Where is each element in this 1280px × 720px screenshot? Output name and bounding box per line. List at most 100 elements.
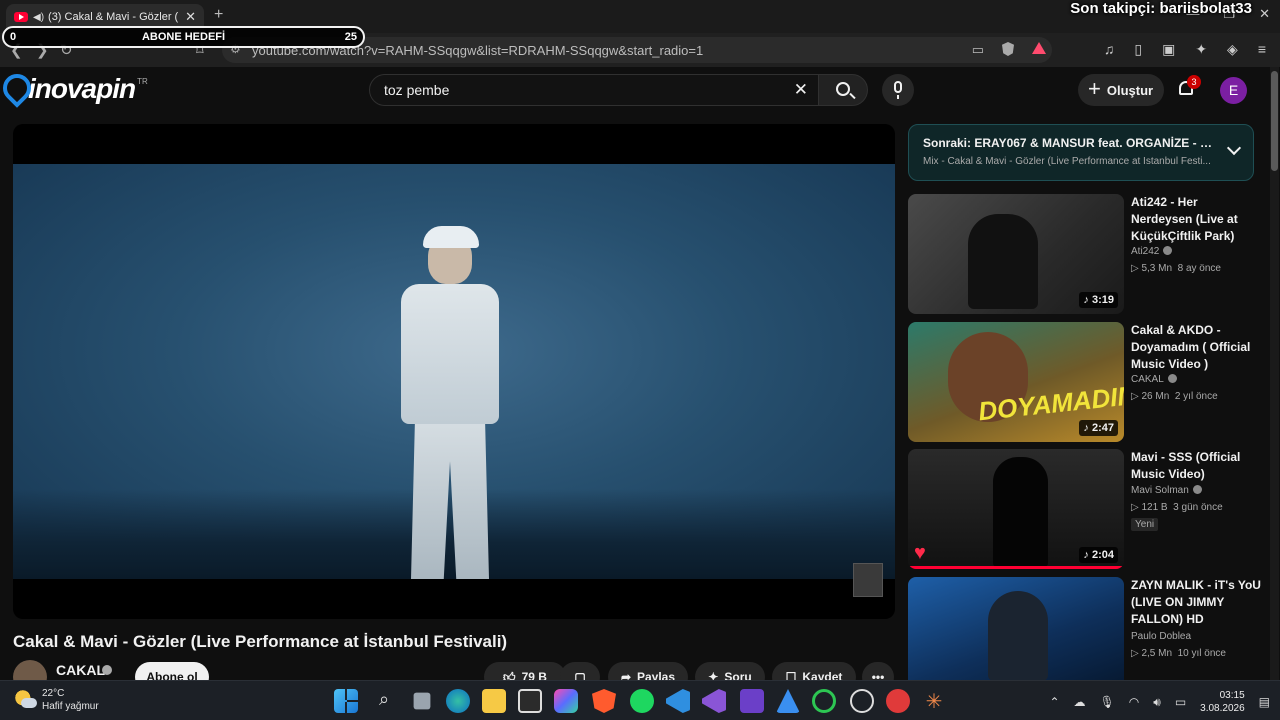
vpn-icon[interactable]: ◈ bbox=[1227, 41, 1238, 58]
new-tab-icon[interactable]: + bbox=[214, 6, 223, 24]
video-thumbnail[interactable]: ♥ ♪ 2:04 bbox=[908, 449, 1124, 569]
file-explorer-icon[interactable] bbox=[482, 689, 506, 713]
close-tab-icon[interactable]: ✕ bbox=[185, 9, 196, 25]
video-thumbnail[interactable] bbox=[908, 577, 1124, 680]
clock[interactable]: 03:15 3.08.2026 bbox=[1200, 689, 1245, 715]
notification-badge: 3 bbox=[1187, 75, 1201, 89]
up-next-panel[interactable]: Sonraki: ERAY067 & MANSUR feat. ORGANİZE… bbox=[908, 124, 1254, 181]
create-button[interactable]: + Oluştur bbox=[1078, 74, 1164, 106]
recommendation-channel[interactable]: Ati242 bbox=[1131, 246, 1173, 257]
vs-preview-icon[interactable] bbox=[740, 689, 764, 713]
system-tray: ⌃ ☁ 🎙︎ ◠ 🔊︎ ▭ 03:15 3.08.2026 ▤ bbox=[1049, 689, 1270, 715]
channel-name[interactable]: CAKAL bbox=[56, 662, 105, 678]
notifications-button[interactable]: 3 bbox=[1176, 75, 1201, 99]
taskbar-search-icon[interactable]: ⌕ bbox=[372, 689, 396, 713]
youtube-header: inovapin TR toz pembe ✕ + Oluştur 3 E bbox=[0, 67, 1268, 117]
recommendation-item[interactable]: DOYAMADIM ♪ 2:47 Cakal & AKDO - Doyamadı… bbox=[908, 322, 1268, 442]
duration-label: ♪ 3:19 bbox=[1079, 292, 1118, 308]
voice-search-button[interactable] bbox=[882, 74, 914, 106]
goal-target: 25 bbox=[344, 31, 357, 43]
weather-widget[interactable]: 22°C Hafif yağmur bbox=[14, 687, 99, 713]
mic-icon bbox=[894, 81, 902, 93]
recommendation-channel[interactable]: Paulo Doblea bbox=[1131, 631, 1191, 642]
plus-icon: + bbox=[1088, 76, 1101, 101]
recommendation-item[interactable]: ♥ ♪ 2:04 Mavi - SSS (Official Music Vide… bbox=[908, 449, 1268, 569]
notification-center-icon[interactable]: ▤ bbox=[1259, 695, 1270, 709]
verified-icon bbox=[1163, 246, 1173, 255]
office-icon[interactable] bbox=[554, 689, 578, 713]
wallet-icon[interactable]: ▣ bbox=[1162, 41, 1175, 58]
goal-current: 0 bbox=[10, 31, 17, 43]
site-logo[interactable]: inovapin TR bbox=[2, 73, 148, 105]
sidebar-icon[interactable]: ▯ bbox=[1134, 41, 1142, 58]
app-red-icon[interactable] bbox=[886, 689, 910, 713]
duration-label: ♪ 2:47 bbox=[1079, 420, 1118, 436]
recommendation-channel[interactable]: CAKAL bbox=[1131, 374, 1177, 385]
new-badge: Yeni bbox=[1131, 518, 1159, 531]
cast-icon[interactable]: ▭ bbox=[972, 42, 984, 58]
speaker-icon[interactable]: ◀) bbox=[33, 12, 44, 23]
search-input[interactable]: toz pembe ✕ bbox=[369, 74, 819, 106]
up-next-subtitle: Mix - Cakal & Mavi - Gözler (Live Perfor… bbox=[923, 156, 1211, 167]
duration-label: ♪ 2:04 bbox=[1079, 547, 1118, 563]
watch-progress-bar bbox=[908, 566, 1124, 569]
brave-rewards-icon[interactable] bbox=[1032, 42, 1046, 54]
chrome-dev-icon[interactable] bbox=[850, 689, 874, 713]
recommendation-channel[interactable]: Mavi Solman bbox=[1131, 485, 1202, 496]
video-owner-row: CAKAL Abone ol 👍︎ 79 B ▢ ➦ Paylaş ✦ Soru… bbox=[13, 660, 895, 694]
scrollbar-thumb[interactable] bbox=[1271, 71, 1278, 171]
search-icon bbox=[836, 82, 850, 96]
video-title: Cakal & Mavi - Gözler (Live Performance … bbox=[13, 632, 508, 651]
battery-icon[interactable]: ▭ bbox=[1175, 695, 1186, 709]
arc-icon[interactable] bbox=[776, 689, 800, 713]
onedrive-icon[interactable]: ☁ bbox=[1074, 695, 1086, 709]
search-button[interactable] bbox=[818, 74, 868, 106]
obs-icon[interactable] bbox=[812, 689, 836, 713]
address-bar-icons: ▭ bbox=[972, 42, 1046, 58]
microphone-icon[interactable]: 🎙︎ bbox=[1100, 695, 1115, 709]
volume-icon[interactable]: 🔊︎ bbox=[1153, 695, 1161, 710]
weather-condition: Hafif yağmur bbox=[42, 701, 99, 712]
music-icon[interactable]: ♫ bbox=[1104, 41, 1115, 58]
tray-chevron-icon[interactable]: ⌃ bbox=[1049, 695, 1059, 709]
heart-icon: ♥ bbox=[914, 542, 926, 564]
start-icon[interactable] bbox=[334, 689, 358, 713]
video-player[interactable] bbox=[13, 124, 895, 619]
video-thumbnail[interactable]: DOYAMADIM ♪ 2:47 bbox=[908, 322, 1124, 442]
spotify-icon[interactable] bbox=[630, 689, 654, 713]
recommendation-item[interactable]: ZAYN MALIK - iT's YoU (LIVE ON JIMMY FAL… bbox=[908, 577, 1268, 680]
verified-icon bbox=[102, 665, 112, 675]
brave-taskbar-icon[interactable] bbox=[592, 689, 616, 713]
clock-time: 03:15 bbox=[1219, 690, 1245, 701]
account-avatar[interactable]: E bbox=[1220, 77, 1247, 104]
edge-icon[interactable] bbox=[446, 689, 470, 713]
weather-icon bbox=[14, 689, 37, 711]
menu-icon[interactable]: ≡ bbox=[1258, 41, 1266, 58]
page-scrollbar[interactable] bbox=[1270, 67, 1279, 680]
visual-studio-icon[interactable] bbox=[702, 689, 726, 713]
claude-icon[interactable]: ✳ bbox=[922, 689, 946, 713]
leo-ai-icon[interactable]: ✦ bbox=[1195, 41, 1207, 58]
task-view-icon[interactable] bbox=[413, 692, 431, 710]
verified-icon bbox=[1167, 374, 1177, 383]
brave-shield-icon[interactable] bbox=[1002, 42, 1014, 56]
video-thumbnail[interactable]: ♪ 3:19 bbox=[908, 194, 1124, 314]
wifi-icon[interactable]: ◠ bbox=[1129, 695, 1139, 709]
windows-taskbar: 22°C Hafif yağmur ⌕ ✳ ⌃ ☁ 🎙︎ ◠ 🔊︎ ▭ 03:1… bbox=[0, 680, 1280, 720]
logo-pin-icon bbox=[2, 74, 24, 104]
recommendation-title[interactable]: Cakal & AKDO - Doyamadım ( Official Musi… bbox=[1131, 322, 1261, 373]
store-icon[interactable] bbox=[518, 689, 542, 713]
search-value: toz pembe bbox=[384, 82, 450, 98]
recommendation-title[interactable]: Ati242 - Her Nerdeysen (Live at KüçükÇif… bbox=[1131, 194, 1261, 245]
recommendation-title[interactable]: ZAYN MALIK - iT's YoU (LIVE ON JIMMY FAL… bbox=[1131, 577, 1261, 628]
recommendation-title[interactable]: Mavi - SSS (Official Music Video) bbox=[1131, 449, 1261, 483]
clear-search-icon[interactable]: ✕ bbox=[794, 80, 808, 100]
chevron-down-icon[interactable] bbox=[1226, 140, 1242, 156]
video-frame[interactable] bbox=[13, 164, 895, 579]
clock-date: 3.08.2026 bbox=[1200, 703, 1245, 714]
recommendation-item[interactable]: ♪ 3:19 Ati242 - Her Nerdeysen (Live at K… bbox=[908, 194, 1268, 314]
create-label: Oluştur bbox=[1106, 82, 1154, 98]
vscode-icon[interactable] bbox=[666, 689, 690, 713]
close-window-icon[interactable]: ✕ bbox=[1259, 6, 1270, 22]
recommendation-meta: ▷ 26 Mn 2 yıl önce bbox=[1131, 391, 1218, 402]
